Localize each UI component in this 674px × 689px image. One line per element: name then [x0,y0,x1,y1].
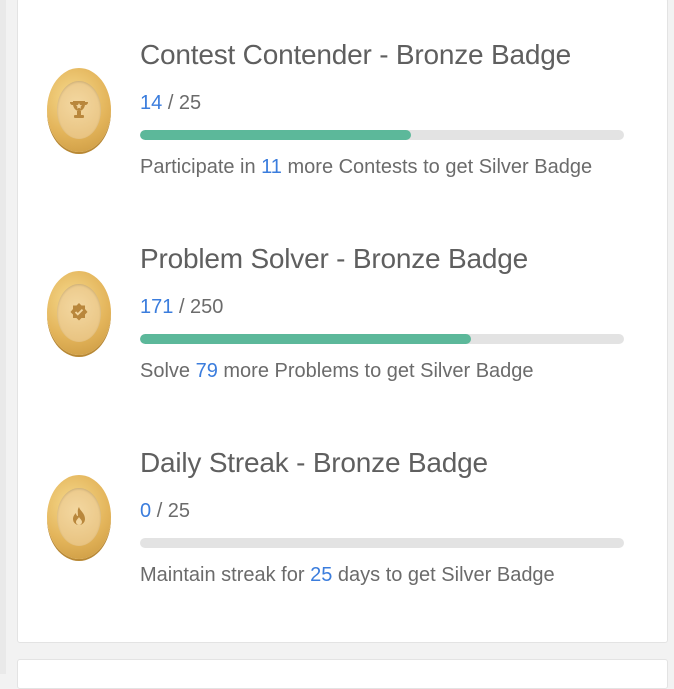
page-left-edge [0,0,6,674]
next-card [17,659,668,689]
badge-progress-count: 14 / 25 [140,92,201,115]
badge-title: Contest Contender - Bronze Badge [140,39,571,70]
hint-prefix: Maintain streak for [140,564,311,586]
progress-current: 0 [140,500,152,522]
hint-prefix: Participate in [140,156,262,178]
badge-hint: Participate in 11 more Contests to get S… [140,156,592,179]
progress-bar-fill [140,130,412,140]
badge-progress-count: 0 / 25 [140,500,190,523]
bronze-medal [47,271,111,355]
badges-card: Contest Contender - Bronze Badge 14 / 25… [17,0,668,643]
hint-suffix: more Problems to get Silver Badge [217,360,534,382]
hint-suffix: days to get Silver Badge [332,564,555,586]
progress-current: 171 [140,296,174,318]
badge-hint: Maintain streak for 25 days to get Silve… [140,564,555,587]
progress-total: / 250 [178,296,224,318]
hint-prefix: Solve [140,360,196,382]
badge-row-daily-streak: Daily Streak - Bronze Badge 0 / 25 Maint… [18,407,669,587]
progress-total: / 25 [167,92,202,114]
hint-suffix: more Contests to get Silver Badge [281,156,593,178]
progress-total: / 25 [156,500,191,522]
badge-title: Problem Solver - Bronze Badge [140,243,528,274]
bronze-medal [47,68,111,152]
trophy-icon [57,81,101,139]
hint-number: 11 [261,156,282,178]
puzzle-icon [57,284,101,342]
bronze-medal [47,475,111,559]
progress-bar [140,130,624,140]
hint-number: 25 [310,564,333,586]
progress-bar [140,538,624,548]
badge-row-problem-solver: Problem Solver - Bronze Badge 171 / 250 … [18,203,669,383]
progress-bar [140,334,624,344]
badge-progress-count: 171 / 250 [140,296,223,319]
hint-number: 79 [195,360,218,382]
progress-bar-fill [140,334,472,344]
badge-hint: Solve 79 more Problems to get Silver Bad… [140,360,534,383]
flame-icon [57,488,101,546]
badge-row-contest-contender: Contest Contender - Bronze Badge 14 / 25… [18,0,669,179]
badge-title: Daily Streak - Bronze Badge [140,447,488,478]
progress-current: 14 [140,92,163,114]
